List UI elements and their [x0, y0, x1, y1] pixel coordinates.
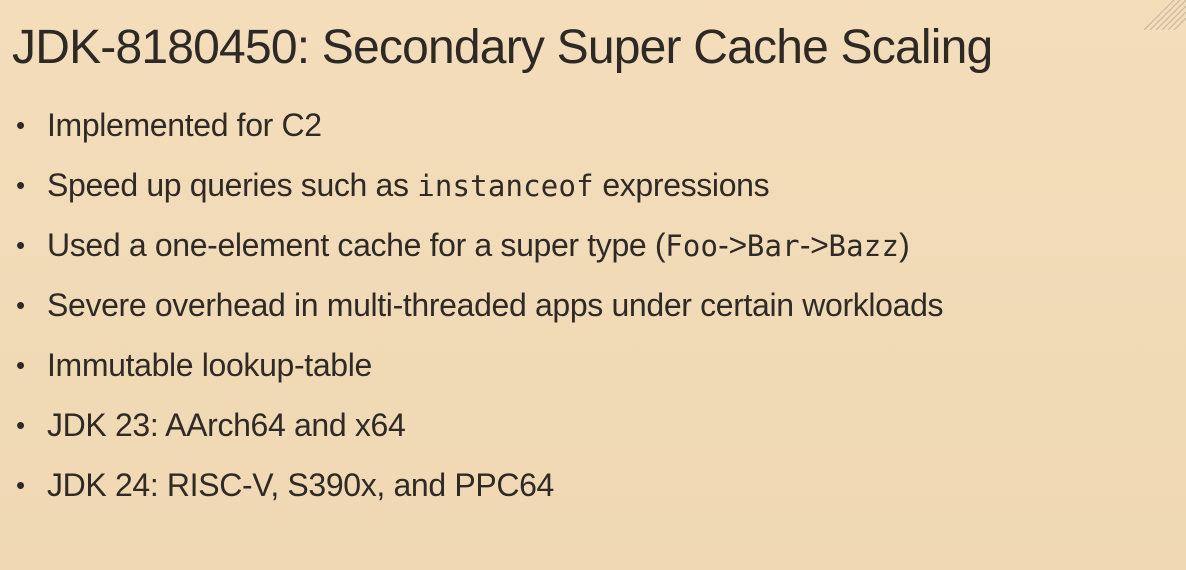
bullet-text: JDK 23: AArch64 and x64: [47, 407, 406, 443]
bullet-marker: •: [16, 170, 26, 200]
bullet-item: • JDK 24: RISC-V, S390x, and PPC64: [16, 455, 943, 515]
bullet-list: • Implemented for C2 • Speed up queries …: [16, 95, 944, 515]
code-instanceof: instanceof: [417, 168, 594, 203]
bullet-text-before: Used a one-element cache for a super typ…: [47, 226, 666, 263]
bullet-marker: •: [16, 110, 26, 140]
bullet-marker: •: [16, 470, 26, 500]
bullet-item: • JDK 23: AArch64 and x64: [16, 395, 943, 455]
bullet-text: Implemented for C2: [47, 107, 322, 143]
bullet-marker: •: [16, 410, 26, 440]
code-bazz: Bazz: [828, 228, 900, 263]
bullet-text: Severe overhead in multi-threaded apps u…: [47, 287, 944, 323]
bullet-text: JDK 24: RISC-V, S390x, and PPC64: [47, 467, 555, 503]
bullet-marker: •: [16, 350, 26, 380]
bullet-item: • Speed up queries such as instanceof ex…: [16, 155, 943, 215]
diagonal-stripes-icon: [1143, 0, 1186, 30]
bullet-marker: •: [16, 230, 26, 260]
bullet-item: • Immutable lookup-table: [16, 335, 943, 395]
arrow-text: ->: [799, 226, 829, 263]
bullet-text-after: expressions: [593, 166, 770, 203]
bullet-item: • Used a one-element cache for a super t…: [16, 215, 943, 275]
bullet-marker: •: [16, 290, 26, 320]
code-bar: Bar: [746, 228, 800, 263]
arrow-text: ->: [718, 226, 747, 263]
slide-title: JDK-8180450: Secondary Super Cache Scali…: [12, 21, 993, 74]
bullet-item: • Severe overhead in multi-threaded apps…: [16, 275, 944, 335]
code-foo: Foo: [665, 228, 719, 263]
bullet-text-before: Speed up queries such as: [47, 166, 418, 203]
presentation-slide: JDK-8180450: Secondary Super Cache Scali…: [0, 0, 1186, 570]
bullet-text: Speed up queries such as instanceof expr…: [47, 155, 770, 216]
bullet-text: Immutable lookup-table: [47, 347, 372, 383]
bullet-text-after: ): [899, 226, 910, 263]
bullet-item: • Implemented for C2: [16, 95, 943, 155]
bullet-text: Used a one-element cache for a super typ…: [47, 215, 910, 276]
